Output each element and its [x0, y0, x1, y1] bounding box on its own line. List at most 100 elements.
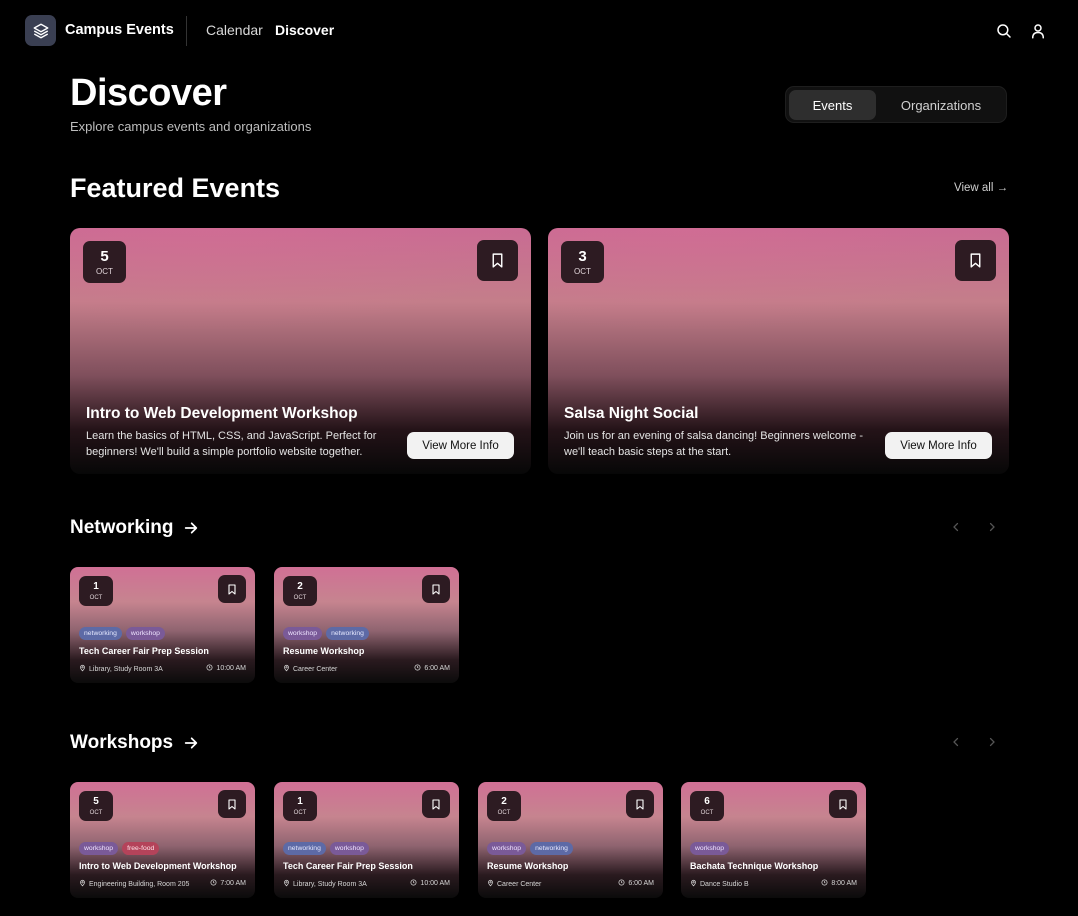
date-day: 3	[578, 247, 587, 265]
event-description: Learn the basics of HTML, CSS, and JavaS…	[86, 430, 377, 458]
date-badge: 5 OCT	[83, 241, 126, 283]
tag-list: workshop networking	[487, 842, 573, 855]
date-month: OCT	[700, 809, 714, 816]
bookmark-button[interactable]	[829, 790, 857, 818]
event-title: Resume Workshop	[487, 861, 569, 871]
event-title: Tech Career Fair Prep Session	[283, 861, 413, 871]
search-icon[interactable]	[995, 22, 1013, 40]
date-day: 5	[93, 795, 99, 807]
event-title: Salsa Night Social	[564, 405, 699, 422]
clock-icon	[821, 879, 828, 888]
time-text: 10:00 AM	[216, 665, 246, 672]
date-month: OCT	[293, 594, 307, 601]
date-day: 2	[297, 580, 303, 592]
event-location: Library, Study Room 3A	[79, 664, 163, 674]
event-card[interactable]: 6 OCT workshop Bachata Technique Workshop Da…	[681, 782, 866, 898]
workshops-heading[interactable]: Workshops	[70, 732, 199, 754]
bookmark-icon	[970, 253, 981, 268]
date-day: 6	[704, 795, 710, 807]
layers-logo-icon[interactable]	[25, 15, 56, 46]
date-badge: 1 OCT	[283, 791, 317, 821]
nav-divider	[186, 16, 187, 46]
toggle-events[interactable]: Events	[789, 90, 876, 120]
row-title: Workshops	[70, 732, 174, 753]
view-all-link[interactable]: View all →	[954, 182, 1008, 194]
networking-heading[interactable]: Networking	[70, 517, 199, 539]
clock-icon	[618, 879, 625, 888]
date-month: OCT	[497, 809, 511, 816]
clock-icon	[210, 879, 217, 888]
location-text: Dance Studio B	[700, 880, 749, 888]
tag-workshop: workshop	[690, 842, 730, 855]
event-location: Engineering Building, Room 205	[79, 879, 189, 889]
nav-link-calendar[interactable]: Calendar	[206, 22, 263, 38]
event-location: Dance Studio B	[690, 879, 749, 889]
brand-name[interactable]: Campus Events	[65, 22, 174, 38]
bookmark-button[interactable]	[477, 240, 518, 281]
event-card[interactable]: 5 OCT workshop free-food Intro to Web Develo…	[70, 782, 255, 898]
event-card[interactable]: 1 OCT networking workshop Tech Career Fair P…	[70, 567, 255, 683]
event-title: Resume Workshop	[283, 646, 365, 656]
event-description: Join us for an evening of salsa dancing!…	[564, 430, 864, 458]
date-day: 1	[93, 580, 99, 592]
view-toggle: Events Organizations	[785, 86, 1007, 123]
bookmark-icon	[492, 253, 503, 268]
date-badge: 2 OCT	[487, 791, 521, 821]
chevron-left-icon[interactable]	[950, 735, 962, 749]
bookmark-button[interactable]	[955, 240, 996, 281]
bookmark-button[interactable]	[218, 575, 246, 603]
featured-card[interactable]: 5 OCT Intro to Web Development Workshop …	[70, 228, 531, 474]
view-more-info-button[interactable]: View More Info	[885, 432, 992, 459]
featured-card[interactable]: 3 OCT Salsa Night Social Join us for an …	[548, 228, 1009, 474]
location-pin-icon	[283, 664, 290, 674]
event-time: 6:00 AM	[414, 664, 450, 673]
top-nav: Campus Events Calendar Discover	[0, 0, 1078, 62]
event-time: 10:00 AM	[206, 664, 246, 673]
location-text: Library, Study Room 3A	[293, 880, 367, 888]
date-badge: 2 OCT	[283, 576, 317, 606]
bookmark-button[interactable]	[422, 575, 450, 603]
bookmark-button[interactable]	[218, 790, 246, 818]
tag-list: workshop networking	[283, 627, 369, 640]
featured-heading: Featured Events	[70, 173, 281, 203]
tag-list: workshop free-food	[79, 842, 160, 855]
time-text: 7:00 AM	[220, 880, 246, 887]
event-time: 6:00 AM	[618, 879, 654, 888]
date-day: 1	[297, 795, 303, 807]
date-month: OCT	[89, 594, 103, 601]
tag-workshop: workshop	[283, 627, 323, 640]
event-card[interactable]: 2 OCT workshop networking Resume Workshop Car…	[478, 782, 663, 898]
event-card[interactable]: 2 OCT workshop networking Resume Workshop Car…	[274, 567, 459, 683]
event-location: Career Center	[487, 879, 541, 889]
tag-networking: networking	[530, 842, 573, 855]
bookmark-button[interactable]	[626, 790, 654, 818]
time-text: 10:00 AM	[420, 880, 450, 887]
event-card[interactable]: 1 OCT networking workshop Tech Career Fair P…	[274, 782, 459, 898]
location-text: Engineering Building, Room 205	[89, 880, 190, 888]
tag-networking: networking	[79, 627, 122, 640]
tag-networking: networking	[283, 842, 326, 855]
event-location: Career Center	[283, 664, 337, 674]
event-time: 10:00 AM	[410, 879, 450, 888]
bookmark-button[interactable]	[422, 790, 450, 818]
location-pin-icon	[79, 664, 86, 674]
location-text: Career Center	[497, 880, 542, 888]
chevron-right-icon[interactable]	[986, 520, 998, 534]
chevron-left-icon[interactable]	[950, 520, 962, 534]
nav-link-discover[interactable]: Discover	[275, 22, 334, 38]
toggle-organizations[interactable]: Organizations	[878, 90, 1004, 120]
chevron-right-icon[interactable]	[986, 735, 998, 749]
date-day: 2	[501, 795, 507, 807]
clock-icon	[414, 664, 421, 673]
tag-free-food: free-food	[122, 842, 160, 855]
clock-icon	[410, 879, 417, 888]
user-icon[interactable]	[1029, 22, 1047, 40]
view-more-info-button[interactable]: View More Info	[407, 432, 514, 459]
event-time: 8:00 AM	[821, 879, 857, 888]
location-pin-icon	[79, 879, 86, 889]
event-title: Intro to Web Development Workshop	[86, 405, 358, 422]
date-month: OCT	[96, 266, 113, 276]
location-pin-icon	[283, 879, 290, 889]
event-title: Bachata Technique Workshop	[690, 861, 819, 871]
time-text: 8:00 AM	[831, 880, 857, 887]
